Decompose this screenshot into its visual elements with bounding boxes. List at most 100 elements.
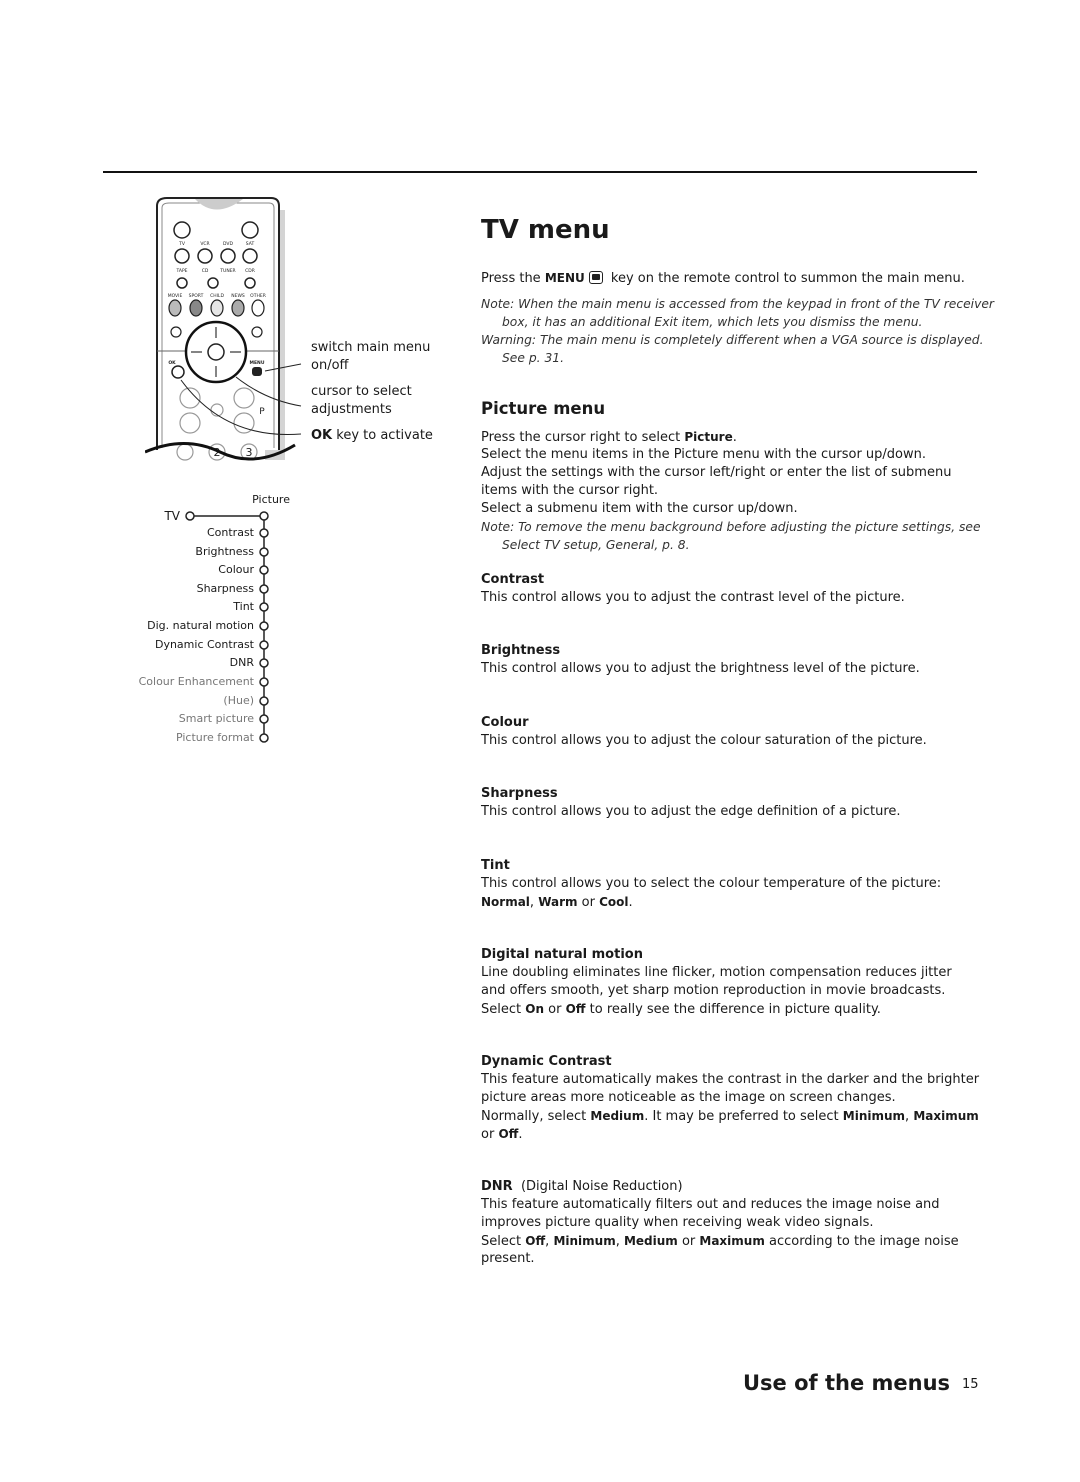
bold-term: Off (565, 1002, 586, 1016)
heading-text: Colour (481, 715, 529, 730)
tree-item: Dig. natural motion (147, 619, 254, 632)
text-run: . It may be preferred to select (644, 1109, 843, 1124)
text-run: This feature automatically filters out a… (481, 1197, 940, 1212)
bold-term: Off (498, 1127, 519, 1141)
tree-item: Picture format (175, 731, 254, 744)
tree-item: Colour (218, 563, 254, 576)
text-line: Note: To remove the menu background befo… (481, 518, 1001, 536)
text-run: See p. 31. (502, 351, 565, 365)
callout-line: adjustments (311, 402, 392, 417)
item-heading: Sharpness (481, 785, 1001, 803)
text-line: Select the menu items in the Picture men… (481, 446, 1001, 464)
intro-paragraph: Press the MENU key on the remote control… (481, 269, 1001, 287)
text-run: This control allows you to adjust the br… (481, 661, 920, 676)
tree-node-icon (259, 733, 269, 743)
item-heading: Colour (481, 714, 1001, 732)
tree-node-icon (259, 658, 269, 668)
text-run: Adjust the settings with the cursor left… (481, 465, 952, 480)
bold-term: Cool (599, 895, 629, 909)
tree-node-icon (185, 511, 195, 521)
heading-text: Sharpness (481, 786, 558, 801)
tree-node-icon (259, 640, 269, 650)
text-run: or (481, 1127, 499, 1142)
tree-root-label: TV (164, 509, 180, 523)
text-run: or (544, 1002, 566, 1017)
setting-sharpness: Sharpness This control allows you to adju… (481, 785, 1001, 821)
text-run: This control allows you to adjust the ed… (481, 804, 901, 819)
section-title: Picture menu (481, 399, 606, 418)
tree-node-icon (259, 565, 269, 575)
text-run: according to the image noise (764, 1234, 959, 1249)
heading-text: Brightness (481, 643, 561, 658)
bold-term: Warm (538, 895, 578, 909)
text-line: Press the cursor right to select Picture… (481, 428, 1001, 446)
tree-node-icon (259, 547, 269, 557)
tree-item: Brightness (195, 545, 254, 558)
tree-lines (185, 511, 269, 743)
page-number: 15 (962, 1377, 979, 1392)
text-run: Press the (481, 271, 545, 286)
text-line: This feature automatically makes the con… (481, 1071, 1001, 1089)
text-line: and offers smooth, yet sharp motion repr… (481, 982, 1001, 1000)
tree-submenu-label: Picture (252, 493, 290, 506)
text-line: Select a submenu item with the cursor up… (481, 500, 1001, 518)
item-heading: Digital natural motion (481, 946, 1001, 964)
tree-item: Smart picture (178, 712, 254, 725)
tree-node-icon (259, 677, 269, 687)
callout-line: switch main menu (311, 340, 431, 355)
text-run: items with the cursor right. (481, 483, 659, 498)
text-line: or Off. (481, 1125, 1001, 1143)
item-heading: Brightness (481, 642, 1001, 660)
tree-item: Colour Enhancement (138, 675, 254, 688)
text-run: box, it has an additional Exit item, whi… (502, 315, 923, 329)
text-line: Normal, Warm or Cool. (481, 893, 1001, 911)
setting-contrast: Contrast This control allows you to adjus… (481, 571, 1001, 607)
text-line: items with the cursor right. (481, 482, 1001, 500)
note-main-menu: Note: When the main menu is accessed fro… (481, 295, 1001, 367)
text-line: box, it has an additional Exit item, whi… (481, 313, 1001, 331)
callout-line: cursor to select (311, 384, 412, 399)
text-run: Line doubling eliminates line flicker, m… (481, 965, 952, 980)
ok-key-label: OK (311, 428, 333, 443)
callout-cursor: cursor to select adjustments (311, 383, 412, 419)
text-run: Select the menu items in the Picture men… (481, 447, 927, 462)
text-line: Select On or Off to really see the diffe… (481, 1000, 1001, 1018)
tree-node-icon (259, 528, 269, 538)
heading-text: Dynamic Contrast (481, 1054, 612, 1069)
bold-term: Maximum (699, 1234, 765, 1248)
text-run: Select TV setup, General, p. 8. (502, 538, 690, 552)
text-run: Press the cursor right to select (481, 430, 685, 445)
bold-term: Picture (684, 430, 733, 444)
heading-text: Digital natural motion (481, 947, 643, 962)
item-heading: Contrast (481, 571, 1001, 589)
text-run: and offers smooth, yet sharp motion repr… (481, 983, 946, 998)
heading-text: Contrast (481, 572, 545, 587)
text-line: Adjust the settings with the cursor left… (481, 464, 1001, 482)
text-line: See p. 31. (481, 349, 1001, 367)
text-run: This control allows you to select the co… (481, 876, 942, 891)
heading-text: Tint (481, 858, 510, 873)
callout-line: on/off (311, 358, 349, 373)
text-line: Normally, select Medium. It may be prefe… (481, 1107, 1001, 1125)
text-run: improves picture quality when receiving … (481, 1215, 874, 1230)
tree-item: DNR (229, 656, 254, 669)
page-title: TV menu (481, 215, 610, 245)
bold-term: Maximum (913, 1109, 979, 1123)
bold-term: MENU (544, 271, 585, 285)
text-line: This control allows you to adjust the co… (481, 732, 1001, 750)
setting-dnr: DNR (Digital Noise Reduction) This featur… (481, 1178, 1001, 1268)
bold-term: Normal (481, 895, 530, 909)
tree-item: (Hue) (223, 694, 254, 707)
text-run: Select (481, 1002, 526, 1017)
text-run: , (615, 1234, 624, 1249)
text-run: to really see the difference in picture … (585, 1002, 881, 1017)
text-run: Normally, select (481, 1109, 591, 1124)
tree-node-icon (259, 696, 269, 706)
text-run: Warning: The main menu is completely dif… (481, 333, 984, 347)
text-line: Note: When the main menu is accessed fro… (481, 295, 1001, 313)
menu-key-icon (588, 271, 603, 284)
text-run: Select a submenu item with the cursor up… (481, 501, 798, 516)
heading-suffix: (Digital Noise Reduction) (512, 1179, 683, 1194)
callout-line: key to activate (336, 428, 433, 443)
tree-item: Contrast (206, 526, 254, 539)
